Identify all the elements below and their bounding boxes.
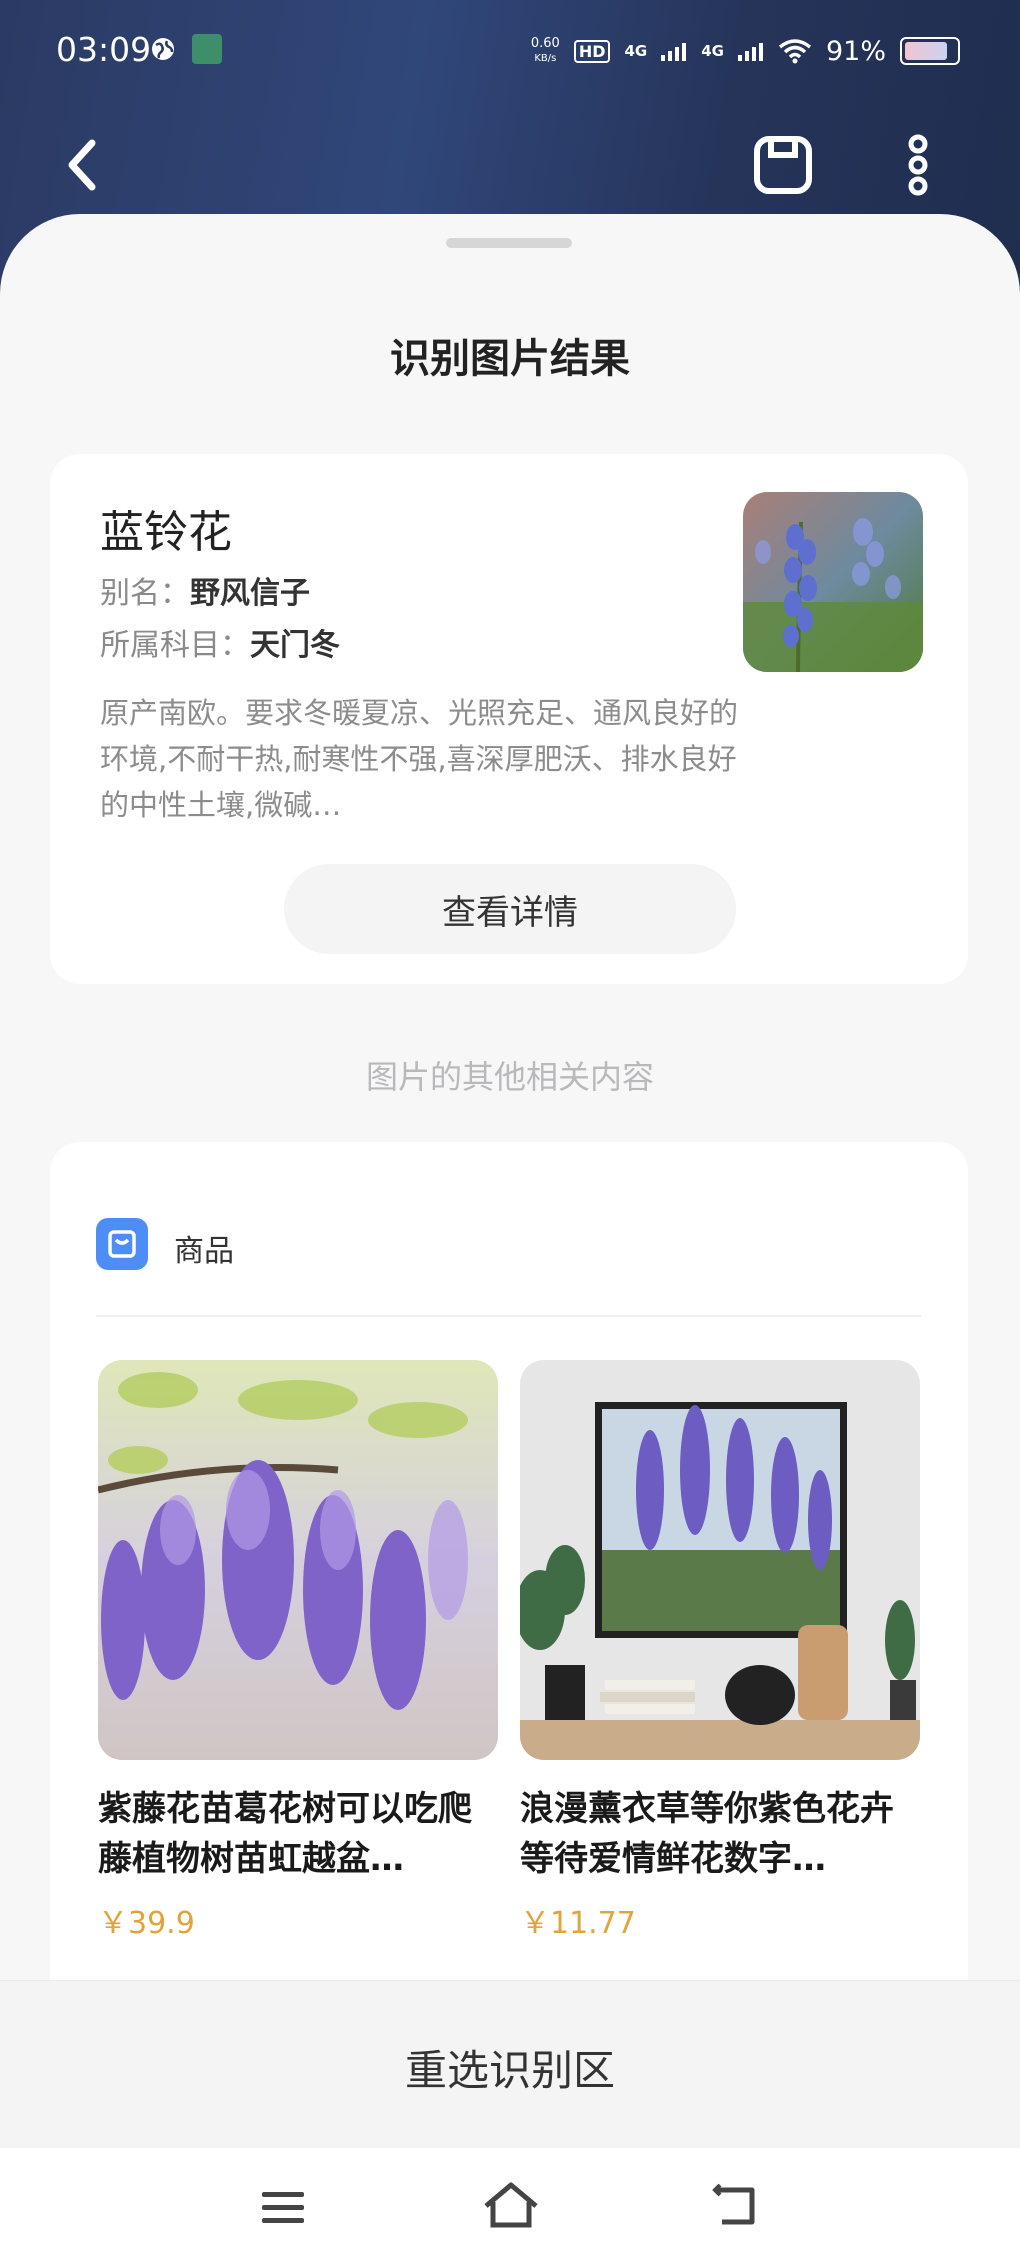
reselect-region-button[interactable]: 重选识别区 xyxy=(0,2037,1020,2098)
save-icon[interactable] xyxy=(752,134,814,196)
alias-row: 别名：野风信子 xyxy=(100,568,310,612)
products-section-label: 商品 xyxy=(174,1234,234,1269)
net-speed: 0.60 KB/s xyxy=(531,36,560,66)
plant-description: 原产南欧。要求冬暖夏凉、光照充足、通风良好的环境,不耐干热,耐寒性不强,喜深厚肥… xyxy=(100,696,739,822)
section-divider xyxy=(96,1315,922,1317)
net-speed-value: 0.60 xyxy=(530,36,560,51)
back-icon[interactable] xyxy=(712,2182,762,2228)
wifi-icon xyxy=(778,39,812,64)
alias-value: 野风信子 xyxy=(190,576,310,611)
notification-app-icon xyxy=(192,34,222,64)
menu-icon[interactable] xyxy=(258,2188,308,2228)
product-title-2[interactable]: 浪漫薰衣草等你紫色花卉等待爱情鲜花数字… xyxy=(520,1784,920,1884)
battery-level xyxy=(905,42,947,60)
product-image-wisteria[interactable] xyxy=(97,1360,498,1760)
globe-icon xyxy=(152,38,174,60)
signal-icon xyxy=(661,43,687,61)
system-navigation-bar xyxy=(0,2148,1020,2267)
product-card-2[interactable]: 浪漫薰衣草等你紫色花卉等待爱情鲜花数字… ￥11.77 xyxy=(515,1360,920,1942)
product-price-2: ￥11.77 xyxy=(520,1906,636,1941)
signal-icon-2 xyxy=(737,43,763,61)
product-card-1[interactable]: 紫藤花苗葛花树可以吃爬藤植物树苗虹越盆… ￥39.9 xyxy=(97,1360,498,1942)
identification-card: 蓝铃花 别名：野风信子 所属科目：天门冬 原产南欧。要求冬暖夏凉、光照充足、通风… xyxy=(50,454,968,984)
status-indicators: 0.60 KB/s HD 4G 4G 91% xyxy=(531,28,960,74)
shopping-bag-icon xyxy=(96,1218,148,1270)
family-value: 天门冬 xyxy=(250,628,340,663)
product-title-1[interactable]: 紫藤花苗葛花树可以吃爬藤植物树苗虹越盆… xyxy=(98,1784,498,1884)
hd-badge: HD xyxy=(573,39,611,63)
battery-icon xyxy=(900,37,960,65)
more-vertical-icon[interactable] xyxy=(896,134,940,196)
family-row: 所属科目：天门冬 xyxy=(100,620,340,664)
view-details-button[interactable]: 查看详情 xyxy=(284,864,736,954)
network-type-1: 4G xyxy=(624,42,648,60)
plant-name: 蓝铃花 xyxy=(100,507,232,558)
product-image-lavender-painting[interactable] xyxy=(515,1360,920,1760)
result-sheet: 识别图片结果 蓝铃花 别名：野风信子 所属科目：天门冬 原产南欧。要求冬暖夏凉、… xyxy=(0,214,1020,2144)
status-bar: 03:09 0.60 KB/s HD 4G 4G 91% xyxy=(0,0,1020,100)
reselect-bar: 重选识别区 xyxy=(0,1980,1020,2151)
alias-label: 别名： xyxy=(100,576,190,611)
family-label: 所属科目： xyxy=(100,628,250,663)
related-content-label: 图片的其他相关内容 xyxy=(365,1058,654,1096)
plant-thumbnail[interactable] xyxy=(743,492,923,672)
network-type-2: 4G xyxy=(701,42,724,60)
sheet-title: 识别图片结果 xyxy=(390,336,630,382)
sheet-drag-handle[interactable] xyxy=(446,238,572,248)
status-time: 03:09 xyxy=(56,30,152,69)
product-price-1: ￥39.9 xyxy=(98,1906,195,1941)
battery-percent: 91% xyxy=(825,35,886,67)
home-icon[interactable] xyxy=(482,2180,540,2230)
net-speed-unit: KB/s xyxy=(534,53,557,64)
chevron-left-icon[interactable] xyxy=(60,135,110,195)
